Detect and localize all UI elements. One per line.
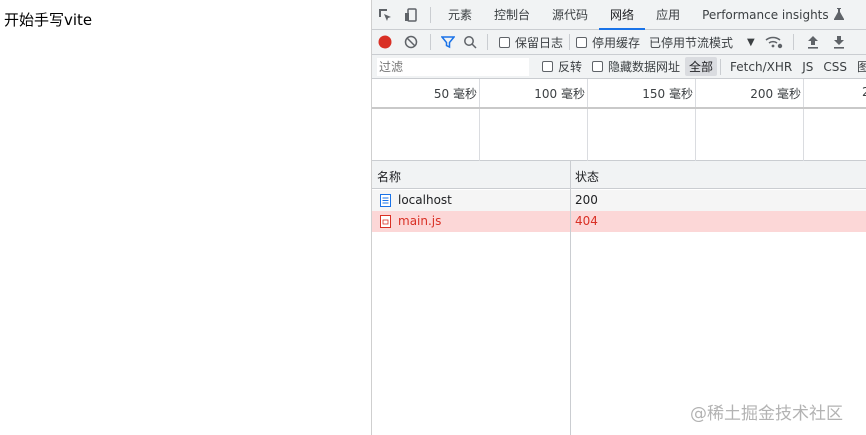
checkbox-box[interactable] [576,36,588,48]
preserve-log-label: 保留日志 [515,35,564,50]
download-icon[interactable] [826,30,852,55]
tab-console[interactable]: 控制台 [483,0,541,30]
search-icon[interactable] [459,30,481,55]
timeline-tick-label: 200 毫秒 [750,87,801,101]
filter-type-js[interactable]: JS [798,59,817,75]
toolbar-separator [430,34,431,50]
devtools-tab-bar: 元素 控制台 源代码 网络 应用 Performance insights [372,0,866,30]
timeline-tick: 50 毫秒 [372,79,480,161]
devtools-panel: 元素 控制台 源代码 网络 应用 Performance insights 保留… [371,0,866,435]
table-row[interactable]: localhost 200 [372,190,866,211]
filter-type-fetch-xhr[interactable]: Fetch/XHR [726,59,796,75]
timeline-tick-label: 50 毫秒 [433,87,477,101]
request-status: 200 [575,193,598,207]
checkbox-box[interactable] [542,61,553,72]
inspect-element-icon[interactable] [372,0,398,30]
tab-network[interactable]: 网络 [599,0,646,30]
preserve-log-checkbox[interactable]: 保留日志 [499,34,563,51]
network-overview-timeline[interactable]: 50 毫秒 100 毫秒 150 毫秒 200 毫秒 2 [372,79,866,161]
throttling-select[interactable]: 已停用节流模式 [649,34,733,51]
disable-cache-label: 停用缓存 [592,35,641,50]
network-request-table: 名称 状态 localhost 200 main.js 404 [372,161,866,435]
hide-data-urls-checkbox[interactable]: 隐藏数据网址 [592,58,680,75]
timeline-tick: 2 [804,79,866,161]
table-row[interactable]: main.js 404 [372,211,866,232]
filter-type-css[interactable]: CSS [819,59,851,75]
flask-icon [834,7,845,20]
tab-sources[interactable]: 源代码 [541,0,599,30]
toolbar-separator [569,34,571,50]
request-name-cell: localhost [380,193,452,207]
toolbar-separator [430,6,431,23]
disable-cache-checkbox[interactable]: 停用缓存 [576,34,640,51]
checkbox-box[interactable] [592,61,604,72]
timeline-tick-label: 150 毫秒 [642,87,693,101]
tab-performance-insights-label: Performance insights [702,7,829,22]
filter-type-all[interactable]: 全部 [685,57,718,76]
toolbar-separator [487,34,488,50]
filter-icon[interactable] [437,30,459,55]
request-name: main.js [398,214,442,228]
tab-performance-insights[interactable]: Performance insights [691,0,848,30]
timeline-tick: 100 毫秒 [480,79,588,161]
column-divider[interactable] [570,161,571,435]
request-name: localhost [398,193,452,207]
network-toolbar: 保留日志 停用缓存 已停用节流模式 ▼ [372,30,866,55]
column-header-name[interactable]: 名称 [377,168,401,185]
timeline-tick: 150 毫秒 [588,79,696,161]
invert-checkbox[interactable]: 反转 [542,58,582,75]
record-icon[interactable] [372,30,398,55]
clear-icon[interactable] [398,30,424,55]
timeline-tick: 200 毫秒 [696,79,804,161]
page-viewport: 开始手写vite [0,0,371,435]
timeline-divider [372,107,866,109]
upload-icon[interactable] [800,30,826,55]
device-toolbar-icon[interactable] [398,0,424,30]
filter-input[interactable] [377,57,529,76]
checkbox-box[interactable] [499,36,510,48]
hide-data-urls-label: 隐藏数据网址 [608,60,681,74]
chevron-down-icon[interactable]: ▼ [747,37,755,48]
page-heading: 开始手写vite [4,11,93,29]
timeline-tick-label: 100 毫秒 [534,87,585,101]
network-filter-bar: 反转 隐藏数据网址 全部 Fetch/XHR JS CSS 图 [372,55,866,79]
filter-type-img[interactable]: 图 [853,57,866,76]
script-file-icon [380,214,391,228]
watermark: @稀土掘金技术社区 [690,404,843,424]
request-name-cell: main.js [380,214,441,228]
table-header: 名称 状态 [372,161,866,189]
tab-application[interactable]: 应用 [645,0,691,30]
toolbar-separator [720,58,722,75]
tab-elements[interactable]: 元素 [437,0,483,30]
request-status: 404 [575,214,598,228]
timeline-tick-label: 2 [862,85,866,99]
document-icon [380,193,391,207]
column-header-status[interactable]: 状态 [575,168,599,185]
toolbar-separator [792,34,794,50]
network-conditions-icon[interactable] [761,30,787,55]
invert-label: 反转 [558,60,583,74]
